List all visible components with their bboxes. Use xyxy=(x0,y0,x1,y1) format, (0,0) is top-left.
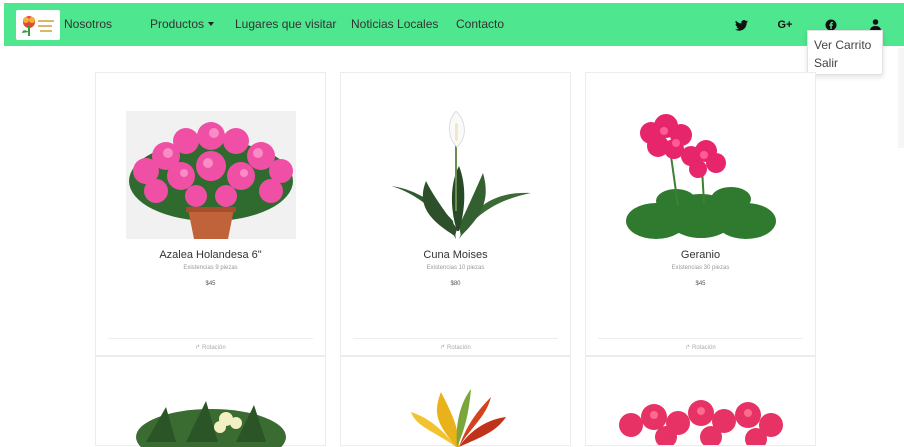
product-card[interactable]: Geranio Existencias 30 piezas $45 ↱ Rota… xyxy=(585,72,816,356)
nav-productos[interactable]: Productos xyxy=(150,17,215,31)
nav-contacto[interactable]: Contacto xyxy=(456,17,504,31)
product-image-geranio[interactable] xyxy=(616,111,786,239)
product-card[interactable]: Cuna Moises Existencias 10 piezas $80 ↱ … xyxy=(340,72,571,356)
share-icon: ↱ xyxy=(440,345,447,351)
nav-noticias[interactable]: Noticias Locales xyxy=(351,17,438,31)
product-card[interactable]: Azalea Holandesa 6" Existencias 9 piezas… xyxy=(95,72,326,356)
brand-logo[interactable] xyxy=(16,10,60,40)
scrollbar[interactable] xyxy=(898,48,904,148)
rotacion-link[interactable]: ↱ Rotación xyxy=(341,344,570,351)
share-icon: ↱ xyxy=(195,345,202,351)
card-divider xyxy=(108,338,313,339)
product-image-partial-2[interactable] xyxy=(371,387,541,447)
product-price: $45 xyxy=(695,281,706,287)
product-stock: Existencias 30 piezas xyxy=(671,265,730,271)
dropdown-item-ver-carrito[interactable]: Ver Carrito xyxy=(814,38,871,52)
product-price: $80 xyxy=(450,281,461,287)
nav-lugares[interactable]: Lugares que visitar xyxy=(235,17,336,31)
top-navbar: Nosotros Productos Lugares que visitar N… xyxy=(4,3,904,46)
product-card[interactable] xyxy=(340,356,571,447)
card-divider xyxy=(353,338,558,339)
nav-productos-label: Productos xyxy=(150,17,205,31)
product-card[interactable] xyxy=(95,356,326,447)
card-divider xyxy=(598,338,803,339)
caret-down-icon xyxy=(208,22,215,26)
twitter-icon[interactable] xyxy=(732,16,750,34)
product-image-partial-1[interactable] xyxy=(126,397,296,447)
nav-nosotros[interactable]: Nosotros xyxy=(64,17,112,31)
product-stock: Existencias 10 piezas xyxy=(426,265,485,271)
rotacion-label: Rotación xyxy=(447,345,471,351)
rotacion-label: Rotación xyxy=(202,345,226,351)
product-name: Cuna Moises xyxy=(423,249,488,261)
product-card[interactable] xyxy=(585,356,816,446)
product-image-partial-3[interactable] xyxy=(606,395,796,445)
dropdown-item-salir[interactable]: Salir xyxy=(814,56,838,70)
user-dropdown-menu: Ver Carrito Salir xyxy=(807,30,883,75)
product-name: Azalea Holandesa 6" xyxy=(159,249,262,261)
google-plus-label: G+ xyxy=(777,19,793,31)
product-stock: Existencias 9 piezas xyxy=(183,265,238,271)
product-image-azalea[interactable] xyxy=(126,111,296,239)
product-price: $45 xyxy=(205,281,216,287)
rotacion-link[interactable]: ↱ Rotación xyxy=(586,344,815,351)
google-plus-icon[interactable]: G+ xyxy=(776,16,794,34)
rotacion-label: Rotación xyxy=(692,345,716,351)
product-image-cuna-moises[interactable] xyxy=(371,110,541,239)
product-name: Geranio xyxy=(680,249,721,261)
share-icon: ↱ xyxy=(685,345,692,351)
logo-flower-icon xyxy=(22,16,54,36)
rotacion-link[interactable]: ↱ Rotación xyxy=(96,344,325,351)
